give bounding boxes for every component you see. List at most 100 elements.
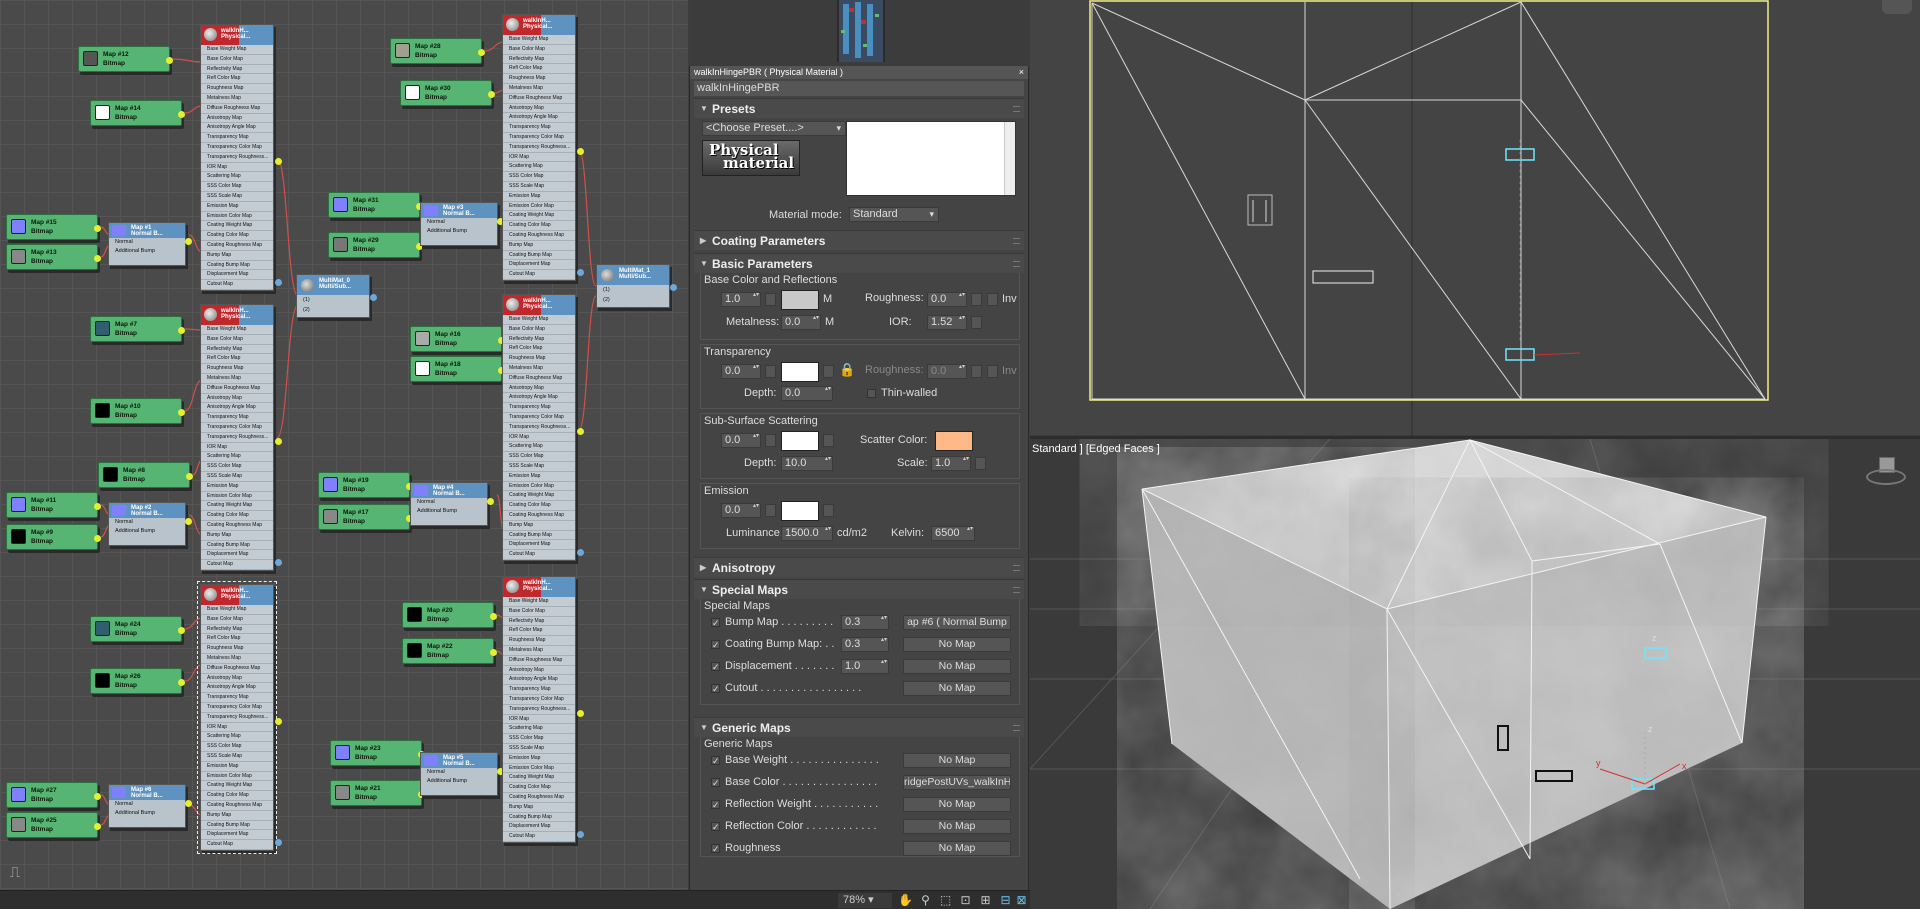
output-pin[interactable] bbox=[185, 800, 192, 807]
material-slot[interactable]: Anisotropy Map bbox=[201, 113, 273, 124]
material-slot[interactable]: Emission Color Map bbox=[201, 491, 273, 502]
material-slot[interactable]: Coating Bump Map bbox=[503, 812, 575, 823]
material-slot[interactable]: Transparency Map bbox=[503, 123, 575, 133]
material-slot[interactable]: Transparency Roughness... bbox=[201, 152, 273, 163]
material-slot[interactable]: Emission Map bbox=[201, 761, 273, 772]
material-slot[interactable]: Transparency Map bbox=[201, 693, 273, 703]
material-slot[interactable]: Coating Weight Map bbox=[503, 773, 575, 784]
map-slot-button[interactable]: No Map bbox=[903, 797, 1011, 812]
material-slot[interactable]: Refl Color Map bbox=[503, 626, 575, 637]
map-amount-spinner[interactable]: 1.0 bbox=[841, 659, 889, 674]
material-slot[interactable]: IOR Map bbox=[503, 152, 575, 163]
bitmap-node[interactable]: Map #15 Bitmap bbox=[6, 214, 101, 240]
material-slot[interactable]: Refl Color Map bbox=[201, 354, 273, 365]
rollout-grip-icon[interactable] bbox=[1013, 587, 1020, 593]
map-amount-spinner[interactable]: 0.3 bbox=[841, 615, 889, 630]
rollout-grip-icon[interactable] bbox=[1013, 565, 1020, 571]
material-slot[interactable]: Roughness Map bbox=[201, 644, 273, 654]
node-slot[interactable]: Additional Bump bbox=[109, 809, 185, 818]
material-slot[interactable]: Anisotropy Map bbox=[201, 673, 273, 684]
scatter-color-swatch[interactable] bbox=[935, 431, 973, 451]
material-slot[interactable]: Base Weight Map bbox=[503, 35, 575, 45]
material-slot[interactable]: Bump Map bbox=[201, 810, 273, 821]
viewcube-icon[interactable] bbox=[1882, 0, 1912, 14]
material-slot[interactable]: Coating Roughness Map bbox=[503, 510, 575, 521]
node-slot[interactable]: Normal bbox=[109, 238, 185, 247]
bitmap-node[interactable]: Map #24 Bitmap bbox=[90, 616, 185, 642]
material-slot[interactable]: Emission Color Map bbox=[201, 211, 273, 222]
material-slot[interactable]: Scattering Map bbox=[201, 452, 273, 463]
roughness-spinner[interactable]: 0.0 bbox=[927, 292, 967, 307]
rollout-grip-icon[interactable] bbox=[1013, 238, 1020, 244]
sss-color-swatch[interactable] bbox=[781, 431, 819, 451]
material-slot[interactable]: Base Weight Map bbox=[503, 315, 575, 325]
map-slot-button[interactable]: No Map bbox=[903, 819, 1011, 834]
material-slot[interactable]: Base Color Map bbox=[201, 334, 273, 345]
material-slot[interactable]: Reflectivity Map bbox=[503, 334, 575, 345]
material-slot[interactable]: Anisotropy Angle Map bbox=[201, 123, 273, 134]
metalness-map-button[interactable]: M bbox=[825, 316, 834, 328]
material-slot[interactable]: IOR Map bbox=[503, 714, 575, 725]
normal-bump-node[interactable]: Map #6 Normal B... Normal Additional Bump bbox=[108, 784, 186, 828]
output-pin[interactable] bbox=[94, 503, 101, 510]
material-slot[interactable]: Coating Color Map bbox=[503, 783, 575, 793]
bitmap-node[interactable]: Map #28 Bitmap bbox=[390, 38, 485, 64]
bitmap-node[interactable]: Map #16 Bitmap bbox=[410, 326, 505, 352]
material-slot[interactable]: Coating Weight Map bbox=[201, 781, 273, 792]
material-slot[interactable]: Roughness Map bbox=[201, 364, 273, 374]
output-pin[interactable] bbox=[178, 679, 185, 686]
input-pin[interactable] bbox=[275, 839, 282, 846]
emission-weight-spinner[interactable]: 0.0 bbox=[721, 503, 761, 518]
generic-maps-header[interactable]: ▼ Generic Maps bbox=[694, 717, 1024, 737]
sss-color-map-button[interactable] bbox=[823, 434, 834, 447]
material-slot[interactable]: Base Weight Map bbox=[201, 45, 273, 55]
output-pin[interactable] bbox=[178, 327, 185, 334]
output-pin[interactable] bbox=[166, 57, 173, 64]
material-slot[interactable]: Anisotropy Angle Map bbox=[503, 113, 575, 124]
input-pin[interactable] bbox=[275, 559, 282, 566]
map-slot-button[interactable]: No Map bbox=[903, 681, 1011, 696]
bitmap-node[interactable]: Map #17 Bitmap bbox=[318, 504, 413, 530]
bitmap-node[interactable]: Map #12 Bitmap bbox=[78, 46, 173, 72]
close-icon[interactable]: × bbox=[1019, 66, 1024, 79]
node-slot[interactable]: Additional Bump bbox=[109, 527, 185, 536]
bitmap-node[interactable]: Map #20 Bitmap bbox=[402, 602, 497, 628]
bitmap-node[interactable]: Map #8 Bitmap bbox=[98, 462, 193, 488]
material-slot[interactable]: SSS Color Map bbox=[503, 734, 575, 744]
transparency-weight-spinner[interactable]: 0.0 bbox=[721, 364, 761, 379]
output-pin[interactable] bbox=[178, 627, 185, 634]
material-slot[interactable]: Base Color Map bbox=[503, 606, 575, 617]
output-pin[interactable] bbox=[178, 409, 185, 416]
navigator-icon[interactable]: ⎍ bbox=[6, 864, 24, 882]
material-slot[interactable]: Refl Color Map bbox=[201, 74, 273, 85]
kelvin-spinner[interactable]: 6500 bbox=[931, 526, 975, 541]
map-enable-checkbox[interactable]: ✓ bbox=[711, 756, 720, 766]
material-slot[interactable]: Coating Color Map bbox=[201, 511, 273, 521]
material-slot[interactable]: Transparency Color Map bbox=[503, 132, 575, 143]
basic-parameters-header[interactable]: ▼ Basic Parameters bbox=[694, 253, 1024, 273]
top-viewport[interactable] bbox=[1030, 0, 1920, 437]
transparency-inv-checkbox[interactable] bbox=[987, 365, 998, 378]
material-slot[interactable]: Anisotropy Angle Map bbox=[503, 393, 575, 404]
material-slot[interactable]: Emission Color Map bbox=[503, 763, 575, 774]
material-slot[interactable]: Displacement Map bbox=[201, 830, 273, 841]
scrollbar[interactable] bbox=[1004, 122, 1015, 195]
bitmap-node[interactable]: Map #23 Bitmap bbox=[330, 740, 425, 766]
node-slot[interactable]: Additional Bump bbox=[421, 227, 497, 236]
material-slot[interactable]: Anisotropy Map bbox=[503, 383, 575, 394]
material-slot[interactable]: Bump Map bbox=[503, 802, 575, 813]
perspective-viewport[interactable]: Standard ] [Edged Faces ] y x z z bbox=[1030, 439, 1920, 909]
material-slot[interactable]: Metalness Map bbox=[201, 653, 273, 664]
emission-color-swatch[interactable] bbox=[781, 501, 819, 521]
material-slot[interactable]: Coating Bump Map bbox=[201, 260, 273, 271]
physical-material-node[interactable]: walkInH... Physical... Base Weight Map Base… bbox=[200, 24, 274, 291]
bitmap-node[interactable]: Map #11 Bitmap bbox=[6, 492, 101, 518]
material-slot[interactable]: Base Weight Map bbox=[201, 605, 273, 615]
sss-weight-spinner[interactable]: 0.0 bbox=[721, 433, 761, 448]
node-slot[interactable]: Normal bbox=[109, 800, 185, 809]
bitmap-node[interactable]: Map #31 Bitmap bbox=[328, 192, 423, 218]
pan-icon[interactable]: ✋ bbox=[898, 893, 913, 908]
material-slot[interactable]: Coating Roughness Map bbox=[201, 240, 273, 251]
material-slot[interactable]: Emission Map bbox=[503, 471, 575, 482]
material-slot[interactable]: Transparency Color Map bbox=[503, 412, 575, 423]
